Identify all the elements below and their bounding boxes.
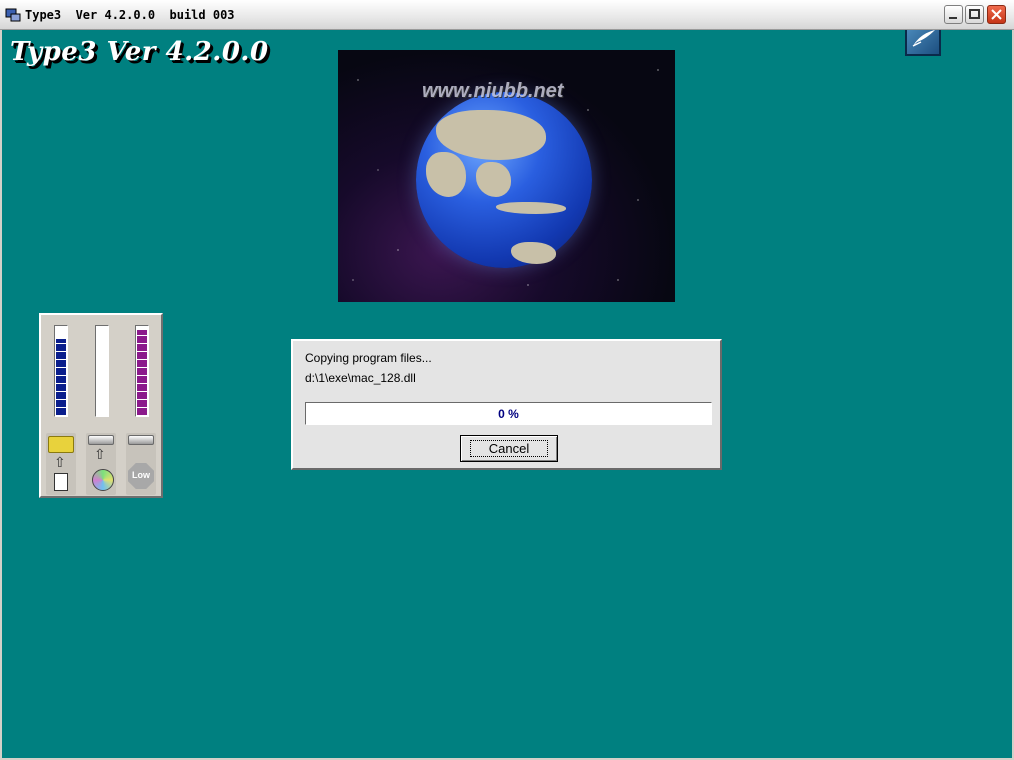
- app-icon: [5, 8, 21, 22]
- status-message: Copying program files...: [305, 351, 432, 365]
- status-meter-panel: ⇧ ⇧ Low: [39, 313, 163, 498]
- land-indochina: [476, 162, 511, 197]
- document-icon: [54, 473, 68, 491]
- folder-icon: [48, 436, 74, 453]
- arrow-up-icon: ⇧: [94, 446, 106, 462]
- globe: [416, 92, 592, 268]
- title-bar[interactable]: Type3 Ver 4.2.0.0 build 003: [0, 0, 1014, 30]
- close-icon: [991, 9, 1002, 20]
- drive-icon: [128, 435, 154, 445]
- maximize-button[interactable]: [965, 5, 984, 24]
- copy-progress-dialog: Copying program files... d:\1\exe\mac_12…: [291, 339, 722, 470]
- minimize-button[interactable]: [944, 5, 963, 24]
- meter-3-fill: [137, 329, 147, 415]
- progress-percent: 0 %: [498, 407, 519, 421]
- meter-1-fill: [56, 338, 66, 415]
- watermark: www.niubb.net: [422, 80, 564, 102]
- cd-icon: [92, 469, 114, 491]
- meter-2: [95, 325, 109, 417]
- meter-1: [54, 325, 68, 417]
- land-asia: [436, 110, 546, 160]
- cancel-button[interactable]: Cancel: [460, 435, 558, 462]
- land-australia: [511, 242, 556, 264]
- meter-3: [135, 325, 149, 417]
- feather-logo-icon: [905, 30, 941, 56]
- minimize-icon: [949, 17, 957, 19]
- land-islands: [496, 202, 566, 214]
- meter-3-icons: Low: [126, 433, 156, 495]
- arrow-up-icon: ⇧: [54, 454, 66, 470]
- globe-image: www.niubb.net: [338, 50, 675, 302]
- meter-1-icons: ⇧: [46, 433, 76, 495]
- client-area: Type3 Ver 4.2.0.0 www.niubb.net ⇧ ⇧ Low …: [2, 30, 1012, 758]
- window-title: Type3 Ver 4.2.0.0 build 003: [25, 8, 235, 22]
- low-label: Low: [132, 470, 150, 480]
- progress-bar: 0 %: [305, 402, 712, 425]
- maximize-icon: [969, 9, 980, 19]
- app-heading: Type3 Ver 4.2.0.0: [10, 37, 269, 67]
- current-file-path: d:\1\exe\mac_128.dll: [305, 371, 416, 385]
- drive-icon: [88, 435, 114, 445]
- low-stop-icon: Low: [128, 463, 154, 489]
- meter-2-icons: ⇧: [86, 433, 116, 495]
- close-button[interactable]: [987, 5, 1006, 24]
- land-india: [426, 152, 466, 197]
- cancel-button-label: Cancel: [469, 440, 549, 457]
